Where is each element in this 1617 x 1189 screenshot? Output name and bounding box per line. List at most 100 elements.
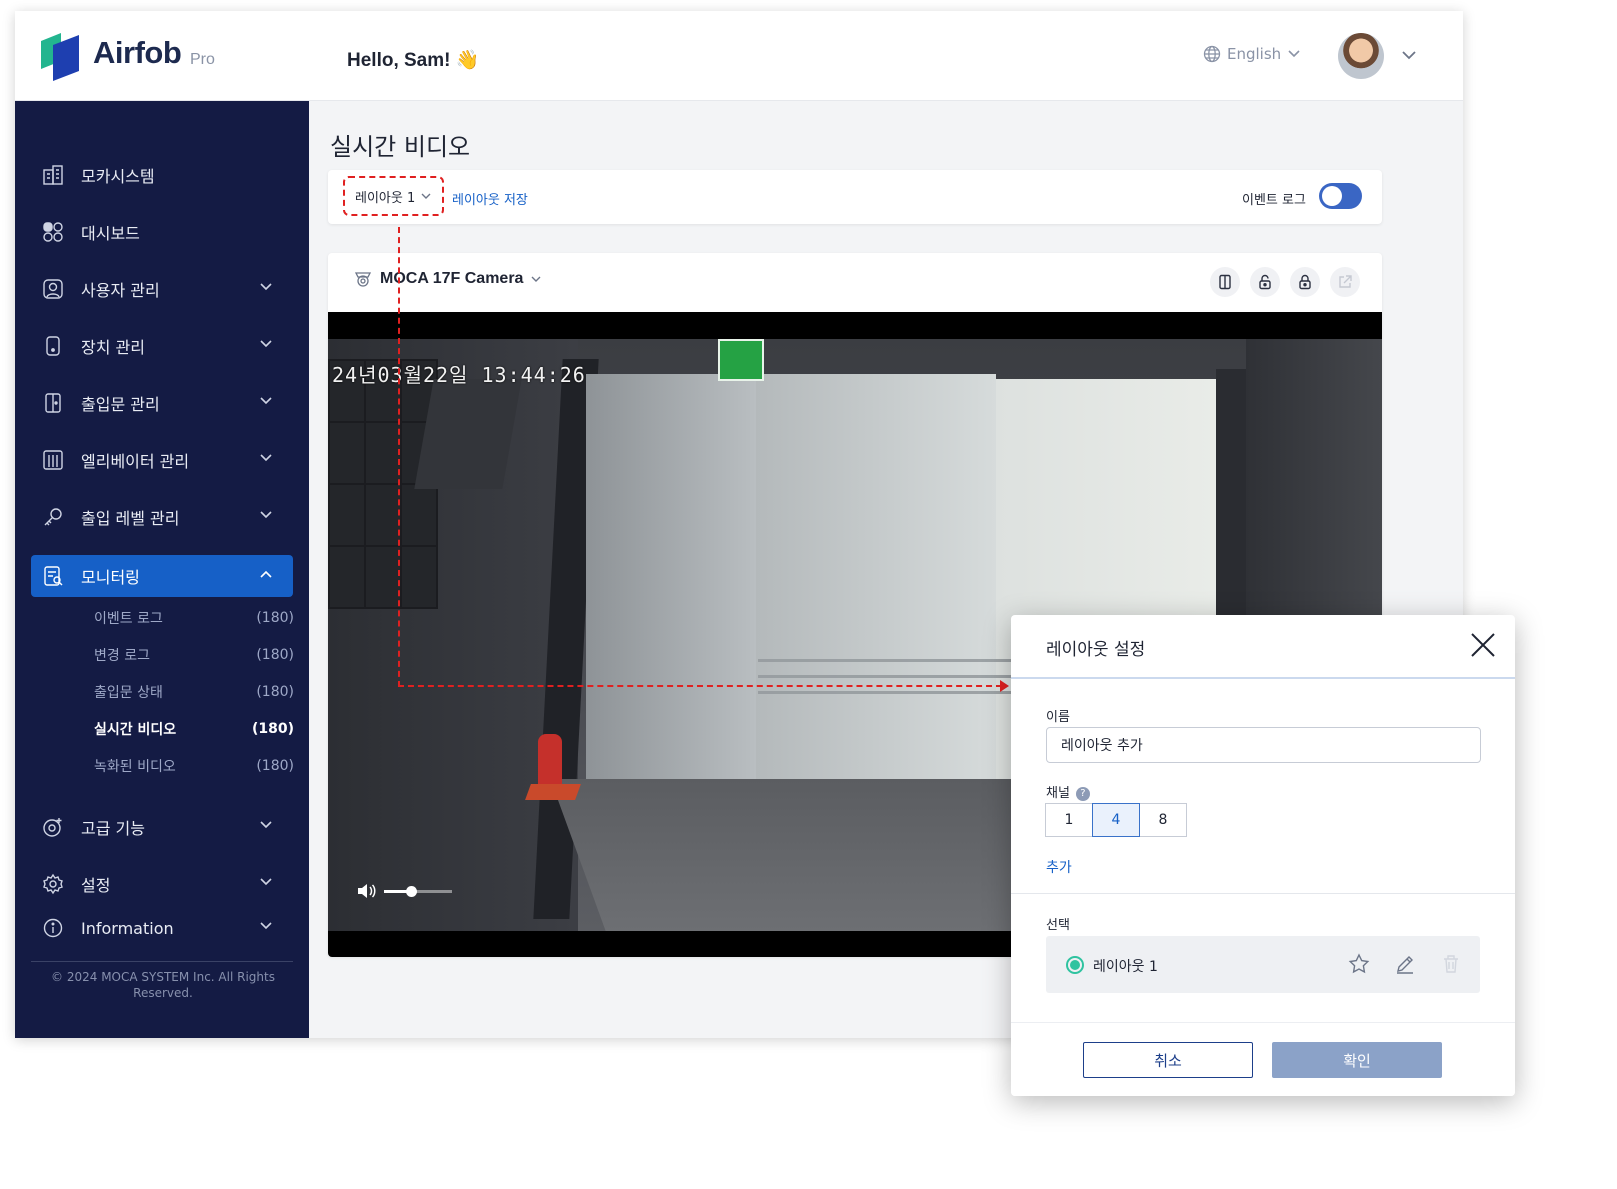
scene-extinguisher-base: [525, 784, 581, 800]
gear-icon: [41, 872, 65, 896]
sidebar-item-label: 고급 기능: [81, 819, 145, 838]
guide-arrow-icon: [1000, 680, 1009, 692]
submenu-label: 출입문 상태: [94, 685, 163, 701]
camera-tools: [1210, 267, 1360, 297]
chevron-down-icon: [260, 511, 272, 519]
info-icon: [41, 916, 65, 940]
guide-line-vertical: [398, 227, 400, 687]
channel-selector: 1 4 8: [1045, 803, 1187, 837]
submenu-label: 변경 로그: [94, 648, 150, 664]
submenu-count: (180): [251, 721, 294, 737]
brand-name: Airfob: [93, 35, 182, 70]
name-label: 이름: [1046, 710, 1070, 725]
video-timestamp: 24년03월22일 13:44:26: [332, 363, 586, 387]
layout-toolbar: 레이아웃 1 레이아웃 저장 이벤트 로그: [328, 170, 1382, 224]
device-icon: [41, 334, 65, 358]
scene-glass-left: [586, 374, 756, 814]
sidebar-item-label: 모카시스템: [81, 167, 155, 186]
sidebar-item-label: 설정: [81, 876, 111, 895]
sidebar-item-dashboard[interactable]: 대시보드: [31, 211, 293, 253]
dialog-footer: 취소 확인: [1011, 1022, 1515, 1096]
greeting: Hello, Sam! 👋: [347, 50, 480, 71]
channel-label: 채널: [1046, 786, 1070, 801]
channel-option-8[interactable]: 8: [1139, 803, 1187, 837]
dialog-title: 레이아웃 설정: [1046, 640, 1146, 660]
submenu-event-log[interactable]: 이벤트 로그 (180): [94, 606, 294, 630]
sidebar-item-devices[interactable]: 장치 관리: [31, 325, 293, 367]
layout-dropdown[interactable]: 레이아웃 1: [343, 176, 444, 216]
sidebar-item-doors[interactable]: 출입문 관리: [31, 382, 293, 424]
external-link-icon[interactable]: [1330, 267, 1360, 297]
camera-selector[interactable]: MOCA 17F Camera: [354, 270, 541, 288]
chevron-down-icon: [531, 276, 541, 282]
door-icon: [41, 391, 65, 415]
submenu-count: (180): [256, 758, 294, 774]
user-avatar[interactable]: [1338, 33, 1384, 79]
submenu-change-log[interactable]: 변경 로그 (180): [94, 643, 294, 667]
copyright: © 2024 MOCA SYSTEM Inc. All Rights Reser…: [51, 970, 275, 1000]
chevron-down-icon: [1288, 50, 1300, 58]
help-icon[interactable]: ?: [1075, 787, 1090, 801]
sidebar-item-settings[interactable]: 설정: [31, 863, 293, 905]
submenu-live-video[interactable]: 실시간 비디오 (180): [94, 717, 294, 741]
globe-icon: [1203, 45, 1221, 63]
sidebar-item-label: 엘리베이터 관리: [81, 452, 190, 471]
volume-slider[interactable]: [384, 885, 452, 897]
layout-radio[interactable]: [1066, 956, 1084, 974]
advanced-icon: [41, 815, 65, 839]
close-icon[interactable]: [1467, 629, 1499, 661]
layout-dropdown-value: 레이아웃 1: [355, 190, 416, 206]
language-selector[interactable]: English: [1203, 45, 1301, 63]
sidebar-item-information[interactable]: Information: [31, 907, 293, 949]
sidebar-item-label: Information: [81, 918, 174, 938]
event-log-toggle[interactable]: [1319, 183, 1362, 209]
volume-knob[interactable]: [406, 885, 418, 897]
submenu-door-status[interactable]: 출입문 상태 (180): [94, 680, 294, 704]
chevron-down-icon: [260, 340, 272, 348]
chevron-down-icon[interactable]: [1401, 49, 1417, 61]
sidebar-item-advanced[interactable]: 고급 기능: [31, 806, 293, 848]
sidebar-divider: [31, 961, 293, 962]
chevron-down-icon: [260, 922, 272, 930]
lock-icon[interactable]: [1290, 267, 1320, 297]
sidebar-item-monitoring[interactable]: 모니터링: [31, 555, 293, 597]
chevron-down-icon: [260, 397, 272, 405]
sidebar-item-label: 장치 관리: [81, 338, 145, 357]
cancel-button[interactable]: 취소: [1083, 1042, 1253, 1078]
sidebar-item-label: 출입문 관리: [81, 395, 160, 414]
channel-option-1[interactable]: 1: [1045, 803, 1093, 837]
user-icon: [41, 277, 65, 301]
volume-control[interactable]: [356, 882, 452, 900]
layout-list-item[interactable]: 레이아웃 1: [1046, 936, 1480, 993]
brand-sub: Pro: [190, 51, 215, 68]
channel-label-row: 채널?: [1046, 782, 1090, 801]
sidebar-item-moca-system[interactable]: 모카시스템: [31, 154, 293, 196]
confirm-button[interactable]: 확인: [1272, 1042, 1442, 1078]
speaker-icon[interactable]: [356, 882, 378, 900]
layout-item-label: 레이아웃 1: [1093, 959, 1158, 975]
camera-name: MOCA 17F Camera: [380, 270, 524, 287]
channel-option-4[interactable]: 4: [1092, 803, 1140, 837]
sidebar-item-access-levels[interactable]: 출입 레벨 관리: [31, 496, 293, 538]
building-icon: [41, 163, 65, 187]
layout-settings-dialog: 레이아웃 설정 이름 채널? 1 4 8 추가 선택 레이아웃 1 취소 확인: [1011, 615, 1515, 1096]
top-header: Airfob Pro Hello, Sam! 👋 English: [15, 11, 1463, 101]
add-layout-link[interactable]: 추가: [1046, 857, 1072, 877]
page-title: 실시간 비디오: [330, 133, 471, 161]
scene-door-a: [756, 374, 996, 794]
chevron-down-icon: [260, 454, 272, 462]
edit-icon[interactable]: [1394, 953, 1416, 975]
sidebar: 모카시스템 대시보드 사용자 관리 장치 관리 출입문 관리 엘리베이터 관리 …: [15, 101, 309, 1038]
chevron-down-icon: [260, 878, 272, 886]
unlock-icon[interactable]: [1250, 267, 1280, 297]
submenu-recorded-video[interactable]: 녹화된 비디오 (180): [94, 754, 294, 778]
sidebar-item-users[interactable]: 사용자 관리: [31, 268, 293, 310]
layout-name-input[interactable]: [1046, 727, 1481, 763]
save-layout-link[interactable]: 레이아웃 저장: [452, 189, 528, 208]
key-icon: [41, 505, 65, 529]
chevron-down-icon: [421, 193, 431, 199]
trash-icon[interactable]: [1440, 953, 1462, 975]
star-icon[interactable]: [1348, 953, 1370, 975]
door-icon[interactable]: [1210, 267, 1240, 297]
sidebar-item-elevators[interactable]: 엘리베이터 관리: [31, 439, 293, 481]
